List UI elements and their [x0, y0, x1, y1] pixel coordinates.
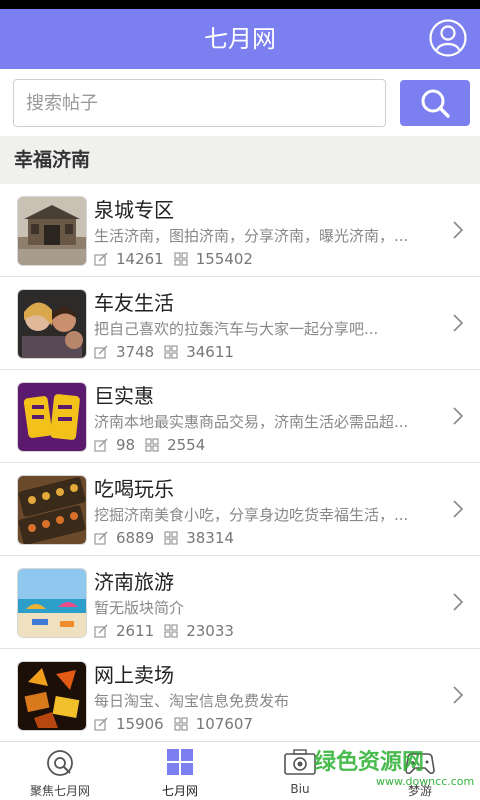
status-bar	[0, 0, 480, 9]
edit-icon	[94, 438, 108, 452]
item-description: 把自己喜欢的拉轰汽车与大家一起分享吧...	[94, 320, 379, 338]
view-count: 23033	[186, 622, 234, 640]
watermark-text: 绿色资源网	[314, 750, 425, 775]
item-description: 挖掘济南美食小吃，分享身边吃货幸福生活，...	[94, 506, 409, 524]
user-icon	[429, 19, 467, 57]
view-count: 107607	[195, 715, 253, 733]
post-count: 2611	[116, 622, 155, 640]
friends-image	[17, 289, 87, 359]
chevron-right-icon	[453, 686, 464, 704]
post-count: 14261	[116, 250, 164, 268]
edit-icon	[94, 531, 108, 545]
item-stats: 15906 107607	[94, 714, 263, 734]
chevron-right-icon	[453, 407, 464, 425]
item-description: 济南本地最实惠商品交易，济南生活必需品超...	[94, 413, 409, 431]
logo-image	[17, 382, 87, 452]
list-item[interactable]: 泉城专区 生活济南，图拍济南，分享济南，曝光济南，... 14261 15540…	[0, 184, 480, 277]
grid-small-icon	[164, 531, 178, 545]
view-count: 38314	[186, 529, 234, 547]
tab-label: 七月网	[161, 784, 198, 798]
grid-small-icon	[174, 252, 188, 266]
grid-small-icon	[174, 717, 188, 731]
item-title: 吃喝玩乐	[94, 477, 174, 501]
search-icon	[421, 89, 450, 118]
item-stats: 14261 155402	[94, 249, 263, 269]
edit-icon	[94, 717, 108, 731]
shopping-image	[17, 661, 87, 731]
post-count: 3748	[116, 343, 155, 361]
edit-icon	[94, 624, 108, 638]
item-stats: 98 2554	[94, 435, 215, 455]
item-description: 每日淘宝、淘宝信息免费发布	[94, 692, 290, 710]
list-item[interactable]: 济南旅游 暂无版块简介 2611 23033	[0, 556, 480, 649]
camera-icon	[284, 749, 316, 775]
chevron-right-icon	[453, 221, 464, 239]
item-stats: 2611 23033	[94, 621, 244, 641]
tab-focus[interactable]: 聚焦七月网	[0, 742, 120, 800]
item-title: 网上卖场	[94, 663, 174, 687]
item-description: 暂无版块简介	[94, 599, 185, 617]
grid-small-icon	[145, 438, 159, 452]
view-count: 155402	[195, 250, 253, 268]
user-profile-button[interactable]	[428, 18, 468, 58]
post-count: 15906	[116, 715, 164, 733]
tab-home[interactable]: 七月网	[120, 742, 240, 800]
item-description: 生活济南，图拍济南，分享济南，曝光济南，...	[94, 227, 409, 245]
chevron-right-icon	[453, 593, 464, 611]
grid-icon	[167, 749, 193, 775]
page-title: 七月网	[204, 25, 276, 53]
view-count: 34611	[186, 343, 234, 361]
chevron-right-icon	[453, 314, 464, 332]
grid-small-icon	[164, 624, 178, 638]
item-title: 车友生活	[94, 291, 174, 315]
grid-small-icon	[164, 345, 178, 359]
beach-image	[17, 568, 87, 638]
focus-icon	[47, 750, 73, 776]
search-button[interactable]	[400, 80, 470, 126]
item-title: 泉城专区	[94, 198, 174, 222]
tab-label: 聚焦七月网	[29, 784, 90, 798]
post-count: 98	[116, 436, 136, 454]
gate-image	[17, 196, 87, 266]
post-count: 6889	[116, 529, 155, 547]
list-item[interactable]: 吃喝玩乐 挖掘济南美食小吃，分享身边吃货幸福生活，... 6889 38314	[0, 463, 480, 556]
list-item[interactable]: 巨实惠 济南本地最实惠商品交易，济南生活必需品超... 98 2554	[0, 370, 480, 463]
search-bar	[0, 69, 480, 136]
item-title: 巨实惠	[94, 384, 154, 408]
search-input[interactable]	[13, 79, 386, 127]
item-stats: 6889 38314	[94, 528, 244, 548]
edit-icon	[94, 252, 108, 266]
watermark-url: www.downcc.com	[376, 775, 475, 788]
section-title: 幸福济南	[0, 136, 480, 184]
view-count: 2554	[167, 436, 206, 454]
chevron-right-icon	[453, 500, 464, 518]
edit-icon	[94, 345, 108, 359]
item-title: 济南旅游	[94, 570, 174, 594]
food-image	[17, 475, 87, 545]
list-item[interactable]: 网上卖场 每日淘宝、淘宝信息免费发布 15906 107607	[0, 649, 480, 742]
item-stats: 3748 34611	[94, 342, 244, 362]
watermark: 绿色资源网 www.downcc.com	[314, 744, 474, 794]
forum-list: 泉城专区 生活济南，图拍济南，分享济南，曝光济南，... 14261 15540…	[0, 184, 480, 742]
app-header: 七月网	[0, 9, 480, 69]
list-item[interactable]: 车友生活 把自己喜欢的拉轰汽车与大家一起分享吧... 3748 34611	[0, 277, 480, 370]
